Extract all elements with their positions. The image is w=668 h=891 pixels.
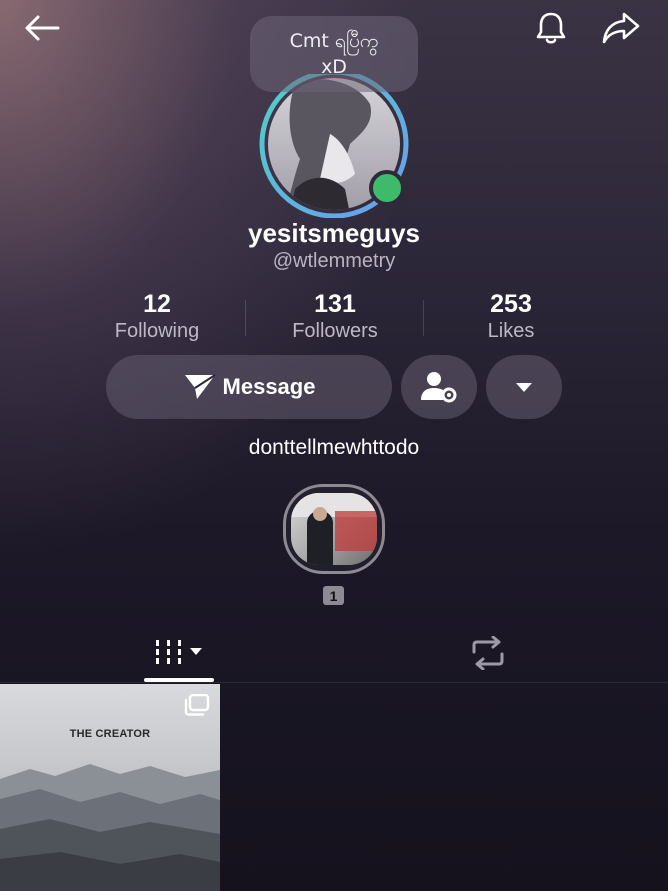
share-arrow-icon	[602, 12, 640, 44]
grid-columns-icon	[156, 640, 202, 664]
stat-followers[interactable]: 131 Followers	[245, 290, 425, 344]
story-thumbnail	[291, 493, 377, 565]
stat-value: 253	[490, 290, 532, 318]
paper-plane-icon	[184, 374, 216, 399]
message-label: Message	[222, 374, 316, 399]
stat-label: Following	[114, 320, 200, 342]
tab-reposts[interactable]	[458, 630, 518, 676]
share-button[interactable]	[598, 8, 644, 48]
story-count-badge: 1	[323, 586, 344, 605]
note-line1: Cmt ရပြီကွ	[289, 30, 379, 52]
note-line2: xD	[321, 56, 347, 78]
stat-label: Followers	[292, 320, 378, 342]
more-options-button[interactable]	[486, 355, 562, 419]
tab-divider	[0, 682, 668, 683]
profile-note[interactable]: Cmt ရပြီကွ xD	[250, 16, 418, 92]
stat-value: 131	[314, 290, 356, 318]
tab-posts-grid[interactable]	[144, 628, 214, 678]
story-highlight[interactable]	[283, 484, 385, 574]
username-handle: @wtlemmetry	[272, 250, 396, 272]
caret-down-icon	[516, 383, 532, 392]
arrow-left-icon	[25, 15, 60, 41]
manage-user-button[interactable]	[401, 355, 477, 419]
notification-button[interactable]	[528, 8, 574, 48]
stat-likes[interactable]: 253 Likes	[421, 290, 601, 344]
user-gear-icon	[421, 372, 457, 403]
back-button[interactable]	[20, 10, 64, 46]
repost-icon	[472, 636, 504, 670]
bell-icon	[536, 12, 566, 44]
avatar[interactable]	[235, 69, 433, 219]
message-button[interactable]: Message	[106, 355, 392, 419]
multiple-images-icon	[184, 694, 210, 716]
stat-label: Likes	[487, 320, 535, 342]
bio-text: donttellmewhttodo	[248, 436, 420, 459]
online-status-dot	[369, 170, 405, 206]
display-name: yesitsmeguys	[248, 218, 420, 248]
post-thumbnail[interactable]: THE CREATOR	[0, 684, 220, 891]
post-title: THE CREATOR	[69, 728, 151, 740]
stat-value: 12	[143, 290, 171, 318]
stat-following[interactable]: 12 Following	[67, 290, 247, 344]
